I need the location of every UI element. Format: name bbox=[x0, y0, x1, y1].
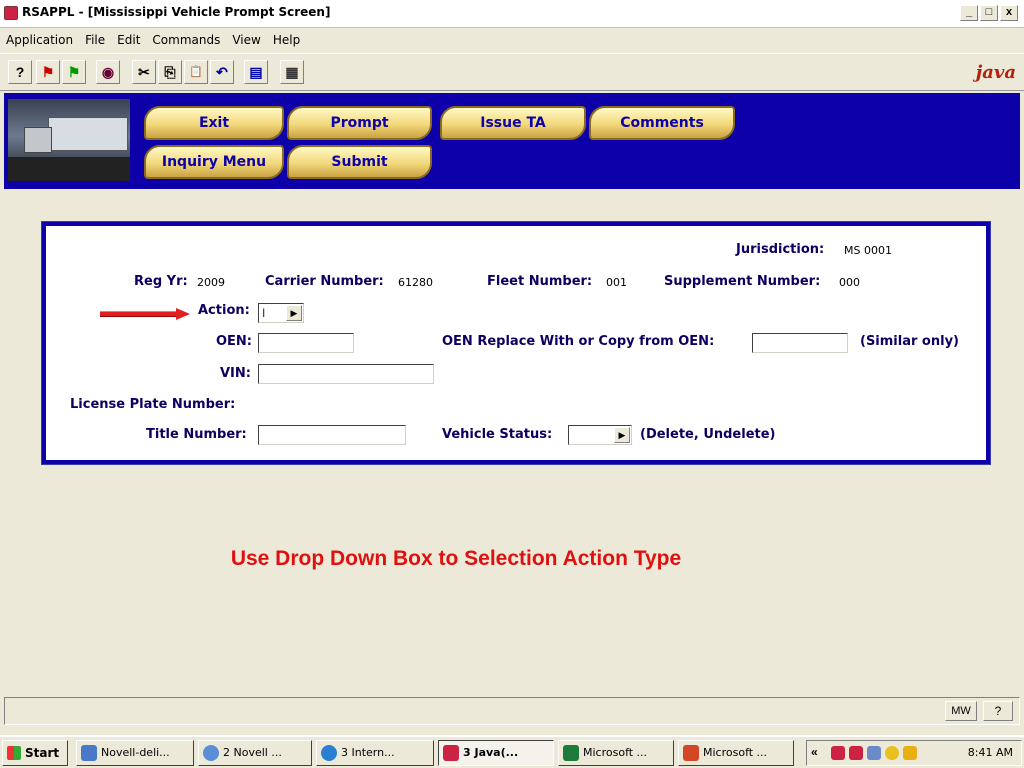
instruction-text: Use Drop Down Box to Selection Action Ty… bbox=[230, 547, 682, 570]
paste-icon[interactable]: 📋 bbox=[184, 60, 208, 84]
clock[interactable]: 8:41 AM bbox=[968, 746, 1013, 759]
close-button[interactable]: x bbox=[1000, 5, 1018, 21]
comments-button[interactable]: Comments bbox=[589, 106, 735, 140]
carrier-number-label: Carrier Number: bbox=[265, 274, 384, 289]
help-icon[interactable]: ? bbox=[8, 60, 32, 84]
minimize-button[interactable]: _ bbox=[960, 5, 978, 21]
title-number-label: Title Number: bbox=[146, 427, 247, 442]
task-novell-group[interactable]: 2 Novell ... bbox=[198, 740, 312, 766]
novell-icon bbox=[81, 745, 97, 761]
vehicle-status-dropdown[interactable]: ▶ bbox=[568, 425, 632, 445]
title-number-input[interactable] bbox=[258, 425, 406, 445]
task-label: Novell-deli... bbox=[101, 746, 170, 759]
vehicle-status-label: Vehicle Status: bbox=[442, 427, 553, 442]
vin-input[interactable] bbox=[258, 364, 434, 384]
task-label: 3 Intern... bbox=[341, 746, 395, 759]
toolbar: ? ⚑ ⚑ ◉ ✂ ⎘ 📋 ↶ ▤ ▦ java bbox=[0, 53, 1024, 91]
task-label: 2 Novell ... bbox=[223, 746, 282, 759]
globe-icon bbox=[203, 745, 219, 761]
status-mw-indicator: MW bbox=[945, 701, 977, 721]
supplement-number-value: 000 bbox=[839, 276, 860, 289]
print-icon[interactable]: ▤ bbox=[244, 60, 268, 84]
java-app-icon bbox=[4, 6, 18, 20]
undo-icon[interactable]: ↶ bbox=[210, 60, 234, 84]
shield-tray-icon[interactable] bbox=[903, 746, 917, 760]
powerpoint-icon bbox=[683, 745, 699, 761]
menu-commands[interactable]: Commands bbox=[152, 33, 220, 47]
task-microsoft-powerpoint[interactable]: Microsoft ... bbox=[678, 740, 794, 766]
excel-icon bbox=[563, 745, 579, 761]
license-plate-label: License Plate Number: bbox=[70, 397, 236, 412]
cut-icon[interactable]: ✂ bbox=[132, 60, 156, 84]
reg-yr-value: 2009 bbox=[197, 276, 225, 289]
menu-edit[interactable]: Edit bbox=[117, 33, 140, 47]
menu-application[interactable]: Application bbox=[6, 33, 73, 47]
jurisdiction-label: Jurisdiction: bbox=[736, 242, 825, 257]
security-tray-icon[interactable] bbox=[885, 746, 899, 760]
jurisdiction-value: MS 0001 bbox=[844, 244, 892, 257]
action-label: Action: bbox=[198, 303, 250, 318]
task-java[interactable]: 3 Java(... bbox=[438, 740, 554, 766]
windows-flag-icon bbox=[7, 746, 21, 760]
network-tray-icon[interactable] bbox=[867, 746, 881, 760]
task-label: 3 Java(... bbox=[463, 746, 519, 759]
system-tray: « 8:41 AM bbox=[806, 740, 1022, 766]
red-arrow-pointer bbox=[100, 308, 190, 320]
task-microsoft-excel[interactable]: Microsoft ... bbox=[558, 740, 674, 766]
submit-button[interactable]: Submit bbox=[287, 145, 432, 179]
copy-icon[interactable]: ⎘ bbox=[158, 60, 182, 84]
java-tray-icon[interactable] bbox=[831, 746, 845, 760]
task-label: Microsoft ... bbox=[583, 746, 648, 759]
show-hidden-icons-icon[interactable]: « bbox=[811, 745, 818, 759]
fleet-number-label: Fleet Number: bbox=[487, 274, 593, 289]
status-help-button[interactable]: ? bbox=[983, 701, 1013, 721]
title-bar: RSAPPL - [Mississippi Vehicle Prompt Scr… bbox=[0, 0, 1024, 28]
oen-replace-input[interactable] bbox=[752, 333, 848, 353]
maximize-button[interactable]: □ bbox=[980, 5, 998, 21]
menu-bar: Application File Edit Commands View Help bbox=[0, 29, 1024, 51]
view-icon[interactable]: ◉ bbox=[96, 60, 120, 84]
action-dropdown[interactable]: I ▶ bbox=[258, 303, 304, 323]
truck-image bbox=[8, 99, 130, 181]
menu-help[interactable]: Help bbox=[273, 33, 300, 47]
issue-ta-button[interactable]: Issue TA bbox=[440, 106, 586, 140]
flag-alert-icon[interactable]: ⚑ bbox=[62, 60, 86, 84]
oen-replace-label: OEN Replace With or Copy from OEN: bbox=[442, 334, 715, 349]
chevron-right-icon[interactable]: ▶ bbox=[614, 427, 630, 443]
exit-button[interactable]: Exit bbox=[144, 106, 284, 140]
java-icon bbox=[443, 745, 459, 761]
calculator-icon[interactable]: ▦ bbox=[280, 60, 304, 84]
oen-label: OEN: bbox=[216, 334, 253, 349]
oen-input[interactable] bbox=[258, 333, 354, 353]
ie-icon bbox=[321, 745, 337, 761]
task-novell-delivery[interactable]: Novell-deli... bbox=[76, 740, 194, 766]
action-header: Exit Prompt Issue TA Comments Inquiry Me… bbox=[4, 93, 1020, 189]
task-label: Microsoft ... bbox=[703, 746, 768, 759]
carrier-number-value: 61280 bbox=[398, 276, 433, 289]
taskbar: Start Novell-deli... 2 Novell ... 3 Inte… bbox=[0, 735, 1024, 768]
status-bar: MW ? bbox=[4, 697, 1020, 725]
vehicle-status-hint: (Delete, Undelete) bbox=[640, 427, 776, 442]
task-internet-explorer[interactable]: 3 Intern... bbox=[316, 740, 434, 766]
chevron-right-icon[interactable]: ▶ bbox=[286, 305, 302, 321]
reg-yr-label: Reg Yr: bbox=[134, 274, 188, 289]
supplement-number-label: Supplement Number: bbox=[664, 274, 821, 289]
start-label: Start bbox=[25, 746, 60, 760]
inquiry-menu-button[interactable]: Inquiry Menu bbox=[144, 145, 284, 179]
menu-file[interactable]: File bbox=[85, 33, 105, 47]
flag-icon[interactable]: ⚑ bbox=[36, 60, 60, 84]
similar-only-note: (Similar only) bbox=[860, 334, 959, 349]
vin-label: VIN: bbox=[220, 366, 251, 381]
java-logo: java bbox=[975, 62, 1016, 83]
window-title: RSAPPL - [Mississippi Vehicle Prompt Scr… bbox=[22, 5, 331, 19]
start-button[interactable]: Start bbox=[2, 740, 68, 766]
prompt-button[interactable]: Prompt bbox=[287, 106, 432, 140]
text-cursor-icon: I bbox=[262, 306, 266, 320]
menu-view[interactable]: View bbox=[232, 33, 260, 47]
java-tray-icon-2[interactable] bbox=[849, 746, 863, 760]
window-controls: _ □ x bbox=[960, 5, 1018, 21]
fleet-number-value: 001 bbox=[606, 276, 627, 289]
